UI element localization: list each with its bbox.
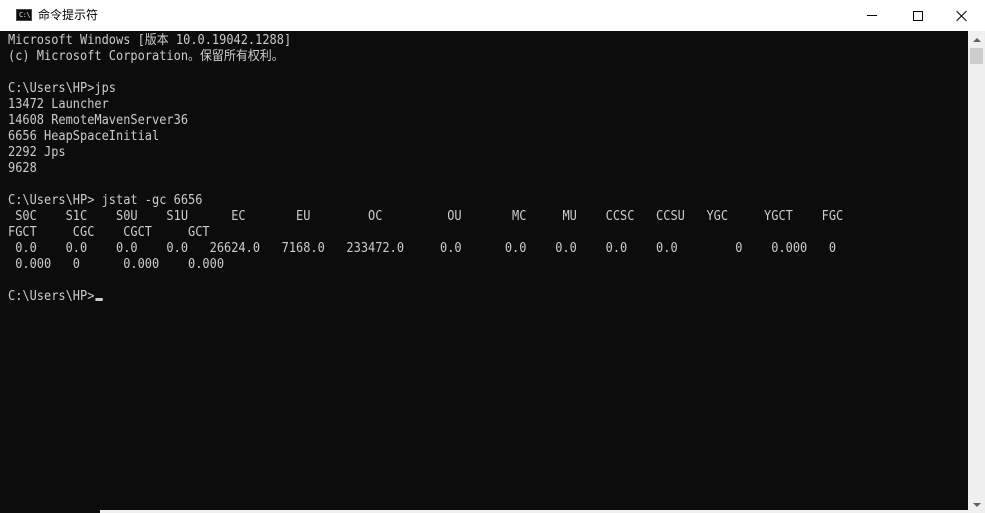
arrow-up-icon [972,37,981,42]
prompt-line[interactable]: C:\Users\HP> [8,289,103,305]
scrollbar-thumb[interactable] [970,48,983,64]
console-line: 9628 [8,161,37,176]
console-line: 13472 Launcher [8,97,109,112]
minimize-button[interactable] [849,0,895,31]
console-line: (c) Microsoft Corporation。保留所有权利。 [8,49,284,64]
console-line: S0C S1C S0U S1U EC EU OC OU MC MU CCSC C… [8,209,844,224]
console-line: 2292 Jps [8,145,66,160]
prompt-text: C:\Users\HP> [8,289,95,304]
console-line: 0.000 0 0.000 0.000 [8,257,225,272]
console-line: 0.0 0.0 0.0 0.0 26624.0 7168.0 233472.0 … [8,241,837,256]
console-line: C:\Users\HP> jstat -gc 6656 [8,193,203,208]
maximize-button[interactable] [895,0,941,31]
cmd-app-icon[interactable]: C:\ [16,9,32,21]
minimize-icon [867,15,877,16]
console-line: 14608 RemoteMavenServer36 [8,113,189,128]
console-line: 6656 HeapSpaceInitial [8,129,160,144]
arrow-down-icon [972,502,981,507]
text-cursor [95,298,103,301]
maximize-icon [913,10,923,21]
console-line: FGCT CGC CGCT GCT [8,225,210,240]
console-line: C:\Users\HP>jps [8,81,117,96]
console-output[interactable]: Microsoft Windows [版本 10.0.19042.1288] (… [0,31,968,513]
window-title: 命令提示符 [38,8,99,22]
scroll-down-button[interactable] [968,496,985,513]
close-icon [956,10,968,22]
cmd-window: C:\ 命令提示符 Microsoft Windows [版本 10.0.190… [0,0,985,513]
close-button[interactable] [939,0,985,31]
title-bar[interactable]: C:\ 命令提示符 [0,0,985,31]
scroll-up-button[interactable] [968,31,985,48]
vertical-scrollbar[interactable] [968,31,985,513]
cmd-app-icon-glyph: C:\ [19,11,31,19]
console-line: Microsoft Windows [版本 10.0.19042.1288] [8,33,292,48]
